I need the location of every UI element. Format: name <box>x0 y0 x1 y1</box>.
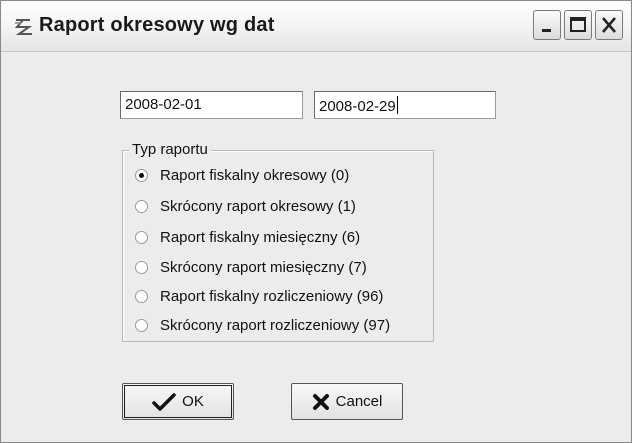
radio-label: Skrócony raport rozliczeniowy (97) <box>160 316 391 334</box>
dialog-window: Raport okresowy wg dat 2008-02-01 2008-0… <box>0 0 632 443</box>
date-to-value: 2008-02-29 <box>319 98 396 115</box>
minimize-icon <box>542 29 551 32</box>
text-caret <box>396 96 398 114</box>
radio-option-6[interactable]: Raport fiskalny miesięczny (6) <box>135 227 360 247</box>
ok-button[interactable]: OK <box>122 383 234 420</box>
minimize-button[interactable] <box>533 10 561 40</box>
radio-label: Raport fiskalny rozliczeniowy (96) <box>160 287 384 305</box>
radio-label: Raport fiskalny okresowy (0) <box>160 166 350 184</box>
date-from-value: 2008-02-01 <box>125 96 202 113</box>
close-button[interactable] <box>595 10 623 40</box>
radio-button[interactable] <box>135 289 148 303</box>
cancel-button[interactable]: Cancel <box>291 383 403 420</box>
ok-label: OK <box>182 393 204 410</box>
radio-option-0[interactable]: Raport fiskalny okresowy (0) <box>135 165 349 185</box>
close-icon <box>602 17 616 33</box>
date-to-input[interactable]: 2008-02-29 <box>314 91 496 119</box>
radio-option-97[interactable]: Skrócony raport rozliczeniowy (97) <box>135 315 390 335</box>
radio-label: Skrócony raport miesięczny (7) <box>160 258 367 276</box>
radio-label: Skrócony raport okresowy (1) <box>160 197 356 215</box>
date-from-input[interactable]: 2008-02-01 <box>120 91 303 119</box>
radio-option-96[interactable]: Raport fiskalny rozliczeniowy (96) <box>135 286 383 306</box>
radio-option-1[interactable]: Skrócony raport okresowy (1) <box>135 196 356 216</box>
checkmark-icon <box>152 392 176 411</box>
window-title: Raport okresowy wg dat <box>39 14 275 36</box>
radio-label: Raport fiskalny miesięczny (6) <box>160 228 361 246</box>
title-bar[interactable]: Raport okresowy wg dat <box>1 1 631 52</box>
radio-button[interactable] <box>135 318 148 332</box>
radio-option-7[interactable]: Skrócony raport miesięczny (7) <box>135 257 367 277</box>
radio-button[interactable] <box>135 199 148 213</box>
radio-button[interactable] <box>135 260 148 274</box>
maximize-icon <box>570 17 586 32</box>
maximize-button[interactable] <box>564 10 592 40</box>
radio-button-checked[interactable] <box>135 168 148 182</box>
radio-button[interactable] <box>135 230 148 244</box>
cancel-label: Cancel <box>335 393 383 410</box>
x-icon <box>312 393 329 410</box>
app-icon <box>13 17 35 37</box>
report-type-legend: Typ raportu <box>129 141 211 158</box>
